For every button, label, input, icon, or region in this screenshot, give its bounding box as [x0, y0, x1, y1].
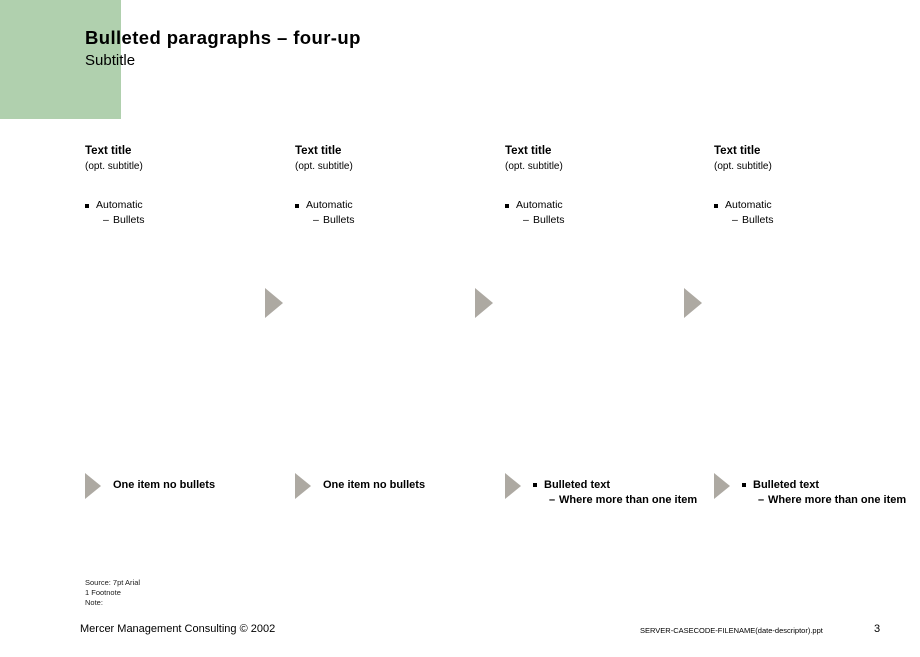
square-bullet-icon [533, 483, 537, 487]
column-title: Text title [714, 145, 761, 157]
bullet-text: Bullets [533, 214, 565, 226]
bottom-bullet-level2: – Where more than one item [533, 493, 711, 507]
column-title: Text title [295, 145, 342, 157]
footer-copyright: Mercer Management Consulting © 2002 [80, 623, 276, 635]
square-bullet-icon [505, 204, 509, 208]
bullet-text: Automatic [306, 199, 353, 211]
bullet-text: Bulleted text [544, 479, 611, 491]
bullet-text: Bulleted text [753, 479, 820, 491]
square-bullet-icon [295, 204, 299, 208]
content-column-4: Text title (opt. subtitle) Automatic – B… [714, 144, 910, 226]
bottom-block-body: One item no bullets [113, 478, 288, 492]
bottom-bullet-level1: Bulleted text [533, 478, 708, 492]
bullet-text: Automatic [725, 199, 772, 211]
bullet-item-level2: – Bullets [714, 213, 910, 228]
square-bullet-icon [742, 483, 746, 487]
bullet-item-level1: Automatic [714, 198, 910, 213]
bullet-item-level2: – Bullets [505, 213, 701, 228]
column-subtitle: (opt. subtitle) [85, 161, 143, 172]
bullet-text: Bullets [742, 214, 774, 226]
triangle-right-icon [85, 473, 101, 499]
column-title: Text title [85, 145, 132, 157]
bottom-bullet-level2: – Where more than one item [742, 493, 920, 507]
column-bullet-list: Automatic – Bullets [714, 198, 910, 228]
square-bullet-icon [714, 204, 718, 208]
bottom-block-text: One item no bullets [113, 479, 216, 491]
dash-bullet-icon: – [313, 214, 319, 226]
bottom-bullet-level1: Bulleted text [742, 478, 917, 492]
dash-bullet-icon: – [758, 494, 765, 506]
bullet-text: Bullets [323, 214, 355, 226]
column-subtitle: (opt. subtitle) [295, 161, 353, 172]
triangle-right-icon [475, 288, 493, 318]
content-column-1: Text title (opt. subtitle) Automatic – B… [85, 144, 281, 226]
triangle-right-icon [714, 473, 730, 499]
bottom-block-text: One item no bullets [323, 479, 426, 491]
dash-bullet-icon: – [732, 214, 738, 226]
bullet-text: Automatic [96, 199, 143, 211]
bullet-item-level2: – Bullets [295, 213, 491, 228]
column-subtitle: (opt. subtitle) [505, 161, 563, 172]
content-column-2: Text title (opt. subtitle) Automatic – B… [295, 144, 491, 226]
footer-page-number: 3 [874, 623, 881, 635]
column-bullet-list: Automatic – Bullets [505, 198, 701, 228]
triangle-right-icon [505, 473, 521, 499]
footnote-line: 1 Footnote [85, 588, 121, 598]
triangle-right-icon [265, 288, 283, 318]
triangle-right-icon [684, 288, 702, 318]
bullet-text: Automatic [516, 199, 563, 211]
bullet-text: Bullets [113, 214, 145, 226]
column-bullet-list: Automatic – Bullets [295, 198, 491, 228]
footer-filename: SERVER-CASECODE-FILENAME(date-descriptor… [640, 626, 823, 635]
page-subtitle: Subtitle [85, 52, 136, 69]
slide-canvas: Bulleted paragraphs – four-up Subtitle T… [0, 0, 920, 657]
triangle-right-icon [295, 473, 311, 499]
bullet-text: Where more than one item [768, 494, 907, 506]
column-subtitle: (opt. subtitle) [714, 161, 772, 172]
source-line: Source: 7pt Arial [85, 578, 141, 587]
bullet-item-level2: – Bullets [85, 213, 281, 228]
bottom-block-body: Bulleted text – Where more than one item [533, 478, 708, 507]
content-column-3: Text title (opt. subtitle) Automatic – B… [505, 144, 701, 226]
page-title: Bulleted paragraphs – four-up [85, 27, 361, 48]
source-block: Source: 7pt Arial 1 Footnote Note: [85, 578, 140, 609]
bottom-block-body: One item no bullets [323, 478, 498, 492]
square-bullet-icon [85, 204, 89, 208]
dash-bullet-icon: – [523, 214, 529, 226]
bullet-text: Where more than one item [559, 494, 698, 506]
dash-bullet-icon: – [549, 494, 556, 506]
dash-bullet-icon: – [103, 214, 109, 226]
bullet-item-level1: Automatic [85, 198, 281, 213]
column-bullet-list: Automatic – Bullets [85, 198, 281, 228]
note-line: Note: [85, 598, 103, 608]
bullet-item-level1: Automatic [295, 198, 491, 213]
bottom-block-body: Bulleted text – Where more than one item [742, 478, 917, 507]
column-title: Text title [505, 145, 552, 157]
bullet-item-level1: Automatic [505, 198, 701, 213]
